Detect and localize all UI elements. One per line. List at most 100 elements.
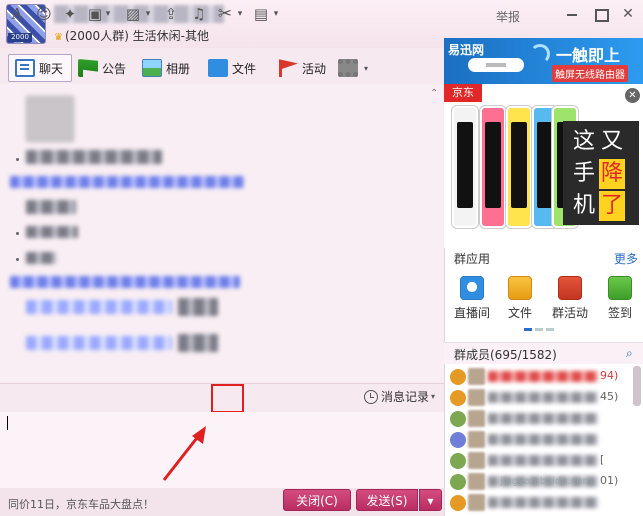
jd-ad[interactable]: 京东 ✕ 这 又 手 降 机 了 [444,84,643,248]
apps-more-link[interactable]: 更多 [614,250,638,267]
tab-files-label: 文件 [232,61,257,76]
app-checkin[interactable]: 签到 [597,276,643,321]
member-name [488,497,598,508]
group-subtitle: ♛ (2000人群) 生活休闲-其他 [54,27,209,44]
members-title: 群成员(695/1582) [454,348,557,362]
red-flag-icon [278,59,298,77]
crown-icon: ♛ [54,32,63,43]
message-input[interactable] [0,412,444,488]
tab-bar: 聊天 公告 相册 文件 活动 ▾ [0,50,443,84]
scissors-icon[interactable]: ✂ [216,5,234,23]
message-text [26,300,172,314]
apps-pager[interactable] [524,328,554,331]
gift-icon[interactable]: ▣ [86,5,104,23]
message-text [26,252,56,264]
member-role-icon [450,474,466,490]
group-category: (2000人群) 生活休闲-其他 [64,29,210,43]
ad-logo: 易迅网 [448,43,485,57]
member-row[interactable]: 94) [448,366,632,387]
bullet [16,258,19,261]
slogan-char: 又 [600,129,623,154]
message-text [178,334,218,352]
member-name [488,455,598,466]
pager-dot[interactable] [535,328,543,331]
member-role-icon [450,495,466,511]
folder-icon [208,59,228,77]
text-caret [7,416,8,430]
tab-notice[interactable]: 公告 [78,54,126,82]
send-button[interactable]: 发送(S) [356,489,418,511]
emoji-icon[interactable]: ☺ [35,5,53,23]
slogan-char: 降 [599,159,625,189]
image-chevron[interactable]: ▾ [144,5,152,23]
top-banner-ad[interactable]: 易迅网 一触即上 触屏无线路由器 [444,38,643,84]
jd-logo: 京东 [444,84,482,102]
phone-image [452,106,478,228]
wifi-icon [530,44,550,64]
photo-icon [142,59,162,77]
member-name [488,413,598,424]
scissors-chevron[interactable]: ▾ [236,5,244,23]
group-apps-title: 群应用 [454,252,491,266]
file-icon [508,276,532,300]
tab-album[interactable]: 相册 [142,54,190,82]
tab-notice-label: 公告 [102,61,127,76]
phone-image [506,106,532,228]
message-image[interactable] [26,96,74,142]
tab-files[interactable]: 文件 [208,54,256,82]
app-label: 文件 [507,306,532,320]
message-text [26,150,162,164]
close-button[interactable]: 关闭(C) [283,489,351,511]
member-row[interactable]: 45) [448,387,632,408]
member-row[interactable]: [ [448,450,632,471]
upload-icon[interactable]: ⇪ [162,5,180,23]
close-icon[interactable]: ✕ [620,6,636,22]
tab-activity[interactable]: 活动 [278,54,326,82]
app-live[interactable]: 直播间 [449,276,495,321]
minimize-icon[interactable] [564,6,580,22]
avatar [468,368,485,385]
send-options-button[interactable]: ▾ [419,489,442,511]
app-label: 直播间 [453,306,490,320]
member-role-icon [450,453,466,469]
member-row[interactable] [448,429,632,450]
member-role-icon [450,390,466,406]
tab-settings[interactable]: ▾ [338,54,368,82]
member-row[interactable] [448,492,632,513]
avatar [468,431,485,448]
pager-dot[interactable] [546,328,554,331]
message-history-button[interactable]: 消息记录 ▾ [364,388,435,405]
tab-chat[interactable]: 聊天 [8,54,72,82]
member-row[interactable] [448,408,632,429]
more-icon[interactable]: ▤ [252,5,270,23]
member-name [488,434,598,445]
report-link[interactable]: 举报 [496,8,520,25]
member-suffix: 94) [600,369,619,382]
maximize-icon[interactable] [592,6,609,22]
chevron-down-icon: ▾ [364,63,369,73]
ad-subtitle: 触屏无线路由器 [552,65,628,82]
more-chevron[interactable]: ▾ [272,5,280,23]
close-icon[interactable]: ✕ [625,88,640,103]
app-file[interactable]: 文件 [497,276,543,321]
promo-link[interactable]: 同价11日，京东车品大盘点！ [8,496,154,512]
magic-wand-icon[interactable]: ✦ [61,5,79,23]
chevron-up-icon[interactable]: ⌃ [430,88,438,99]
slogan-char: 手 [572,161,595,186]
music-icon[interactable]: ♫ [190,5,208,23]
avatar [468,494,485,511]
history-label: 消息记录 [381,390,430,404]
font-icon[interactable]: A [8,5,26,23]
message-sender [10,176,244,188]
member-scrollbar[interactable] [633,366,641,406]
member-role-icon [450,432,466,448]
image-icon[interactable]: ▨ [124,5,142,23]
avatar [468,452,485,469]
pager-dot[interactable] [524,328,532,331]
search-icon[interactable]: ⌕ [626,346,633,361]
avatar [468,410,485,427]
gift-chevron[interactable]: ▾ [104,5,112,23]
live-icon [460,276,484,300]
app-activity[interactable]: 群活动 [547,276,593,321]
bullet [16,158,19,161]
